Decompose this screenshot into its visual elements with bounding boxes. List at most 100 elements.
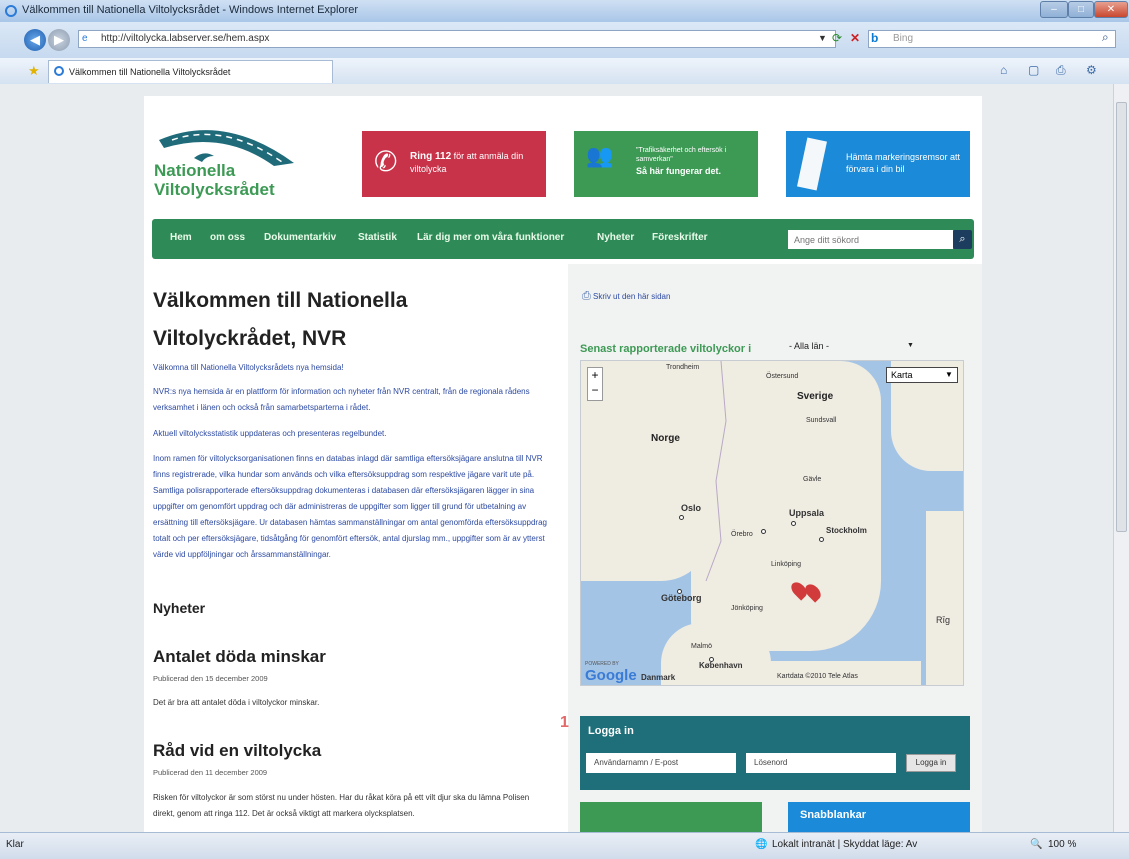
nav-om-oss[interactable]: om oss bbox=[210, 232, 245, 243]
map-dot bbox=[709, 657, 714, 662]
vertical-scrollbar[interactable] bbox=[1113, 84, 1129, 832]
address-toolbar: ◀ ▶ http://viltolycka.labserver.se/hem.a… bbox=[0, 22, 1129, 58]
county-select[interactable]: - Alla län - ▼ bbox=[789, 341, 919, 355]
search-icon[interactable]: ⌕ bbox=[1102, 30, 1109, 45]
city-kobenhavn: København bbox=[699, 661, 743, 670]
zoom-icon: 🔍 bbox=[1030, 839, 1043, 850]
nav-dokumentarkiv[interactable]: Dokumentarkiv bbox=[264, 232, 336, 243]
scroll-thumb[interactable] bbox=[1116, 102, 1127, 532]
username-input[interactable]: Användarnamn / E-post bbox=[586, 753, 736, 773]
tab-title: Välkommen till Nationella Viltolycksråde… bbox=[69, 67, 231, 77]
city-riga: Rīg bbox=[936, 615, 951, 625]
cta-ring-112[interactable]: ✆ Ring 112 för att anmäla din viltolycka bbox=[362, 131, 546, 197]
print-label: Skriv ut den här sidan bbox=[593, 292, 671, 301]
bing-logo-icon: b bbox=[871, 31, 879, 45]
search-input[interactable]: Bing bbox=[868, 30, 1116, 48]
map-dot bbox=[791, 521, 796, 526]
status-bar: Klar 🌐 Lokalt intranät | Skyddat läge: A… bbox=[0, 832, 1129, 859]
forward-button[interactable]: ▶ bbox=[48, 29, 70, 51]
globe-icon: 🌐 bbox=[755, 839, 768, 850]
cta-team[interactable]: 👥 "Trafiksäkerhet och eftersök i samverk… bbox=[574, 131, 758, 197]
latest-heading: Senast rapporterade viltolyckor i bbox=[580, 343, 752, 355]
stop-icon[interactable]: ✕ bbox=[850, 31, 860, 45]
map-attribution[interactable]: Kartdata ©2010 Tele Atlas bbox=[777, 673, 858, 680]
back-button[interactable]: ◀ bbox=[24, 29, 46, 51]
ie-logo-icon bbox=[5, 5, 17, 17]
map-dot bbox=[761, 529, 766, 534]
logo-line2: Viltolycksrådet bbox=[154, 180, 275, 199]
news-title-1[interactable]: Antalet döda minskar bbox=[153, 647, 326, 667]
news-text-1: Det är bra att antalet döda i viltolycko… bbox=[153, 698, 320, 707]
nav-nyheter[interactable]: Nyheter bbox=[597, 232, 634, 243]
login-button[interactable]: Logga in bbox=[906, 754, 956, 772]
site-search-button[interactable]: ⌕ bbox=[953, 230, 972, 249]
login-heading: Logga in bbox=[588, 725, 634, 737]
cta-team-quote: "Trafiksäkerhet och eftersök i samverkan… bbox=[636, 147, 727, 163]
password-input[interactable]: Lösenord bbox=[746, 753, 896, 773]
city-gavle: Gävle bbox=[803, 476, 822, 483]
snabblankar-tile[interactable]: Snabblankar bbox=[788, 802, 970, 836]
site-search-input[interactable] bbox=[788, 230, 953, 249]
favorites-star-icon[interactable]: ★ bbox=[28, 63, 40, 79]
cta-team-bold: Så här fungerar det. bbox=[636, 166, 722, 176]
city-linkoping: Linköping bbox=[771, 561, 801, 568]
nav-funktioner[interactable]: Lär dig mer om våra funktioner bbox=[417, 232, 564, 243]
google-logo[interactable]: Google bbox=[585, 667, 637, 684]
zoom-out-icon[interactable]: − bbox=[588, 383, 602, 398]
map-type-select[interactable]: Karta ▼ bbox=[886, 367, 958, 383]
annotation-number: 1 bbox=[560, 714, 569, 731]
tab-ie-icon bbox=[54, 66, 64, 76]
refresh-icon[interactable]: ⟳ bbox=[832, 31, 842, 45]
sidebar: ⎙ Skriv ut den här sidan Senast rapporte… bbox=[560, 264, 982, 836]
nav-statistik[interactable]: Statistik bbox=[358, 232, 397, 243]
map-label-sverige: Sverige bbox=[797, 391, 834, 402]
city-jonkoping: Jönköping bbox=[731, 605, 763, 612]
paragraph-3: Inom ramen för viltolycksorganisationen … bbox=[153, 454, 547, 559]
paragraph-1: NVR:s nya hemsida är en plattform för in… bbox=[153, 387, 530, 412]
tab-active[interactable]: Välkommen till Nationella Viltolycksråde… bbox=[48, 60, 333, 83]
security-zone[interactable]: Lokalt intranät | Skyddat läge: Av bbox=[772, 839, 917, 850]
page-container: Nationella Viltolycksrådet ✆ Ring 112 fö… bbox=[144, 96, 982, 836]
main-content: Välkommen till Nationella Viltolyckrådet… bbox=[144, 264, 568, 836]
map-dot bbox=[679, 515, 684, 520]
minimize-icon[interactable]: – bbox=[1040, 1, 1068, 18]
city-uppsala: Uppsala bbox=[789, 508, 825, 518]
site-logo[interactable]: Nationella Viltolycksrådet bbox=[154, 118, 299, 208]
bottom-tile-green[interactable] bbox=[580, 802, 762, 836]
login-box: Logga in Användarnamn / E-post Lösenord … bbox=[580, 716, 970, 790]
phone-icon: ✆ bbox=[374, 146, 398, 177]
snabblankar-title: Snabblankar bbox=[800, 809, 867, 821]
chevron-down-icon: ▼ bbox=[907, 342, 914, 349]
address-input[interactable]: http://viltolycka.labserver.se/hem.aspx bbox=[78, 30, 836, 48]
news-title-2[interactable]: Råd vid en viltolycka bbox=[153, 741, 321, 761]
map-borders bbox=[705, 361, 727, 582]
nav-foreskrifter[interactable]: Föreskrifter bbox=[652, 232, 708, 243]
map-label-norge: Norge bbox=[651, 433, 680, 444]
feeds-icon[interactable]: ▢ bbox=[1028, 63, 1039, 77]
news-date-1: Publicerad den 15 december 2009 bbox=[153, 674, 268, 683]
city-oslo: Oslo bbox=[681, 503, 702, 513]
map[interactable]: + − Karta ▼ Trondheim Östersund Sverige S… bbox=[580, 360, 964, 686]
map-dot bbox=[819, 537, 824, 542]
home-icon[interactable]: ⌂ bbox=[1000, 63, 1007, 77]
map-type-value: Karta bbox=[891, 370, 913, 380]
zoom-in-icon[interactable]: + bbox=[588, 368, 602, 383]
print-toolbar-icon[interactable]: ⎙ bbox=[1056, 63, 1066, 78]
dropdown-arrow-icon[interactable]: ▼ bbox=[818, 33, 827, 43]
tools-gear-icon[interactable]: ⚙ bbox=[1086, 63, 1097, 77]
city-orebro: Örebro bbox=[731, 531, 753, 538]
cta-remsor[interactable]: Hämta markeringsremsor att förvara i din… bbox=[786, 131, 970, 197]
print-link[interactable]: ⎙ Skriv ut den här sidan bbox=[582, 290, 670, 303]
nav-hem[interactable]: Hem bbox=[170, 232, 192, 243]
zoom-level[interactable]: 100 % bbox=[1048, 839, 1076, 850]
paragraph-2: Aktuell viltolycksstatistik uppdateras o… bbox=[153, 429, 387, 438]
page-title-line1: Välkommen till Nationella bbox=[153, 289, 408, 312]
zoom-controls[interactable]: + − bbox=[587, 367, 603, 401]
city-trondheim: Trondheim bbox=[666, 364, 700, 371]
city-sundsvall: Sundsvall bbox=[806, 417, 837, 424]
maximize-icon[interactable]: □ bbox=[1068, 1, 1094, 18]
tab-bar: ★ Välkommen till Nationella Viltolycksrå… bbox=[0, 58, 1129, 85]
close-icon[interactable]: ✕ bbox=[1094, 1, 1128, 18]
city-malmo: Malmö bbox=[691, 643, 713, 650]
news-heading: Nyheter bbox=[153, 600, 206, 616]
